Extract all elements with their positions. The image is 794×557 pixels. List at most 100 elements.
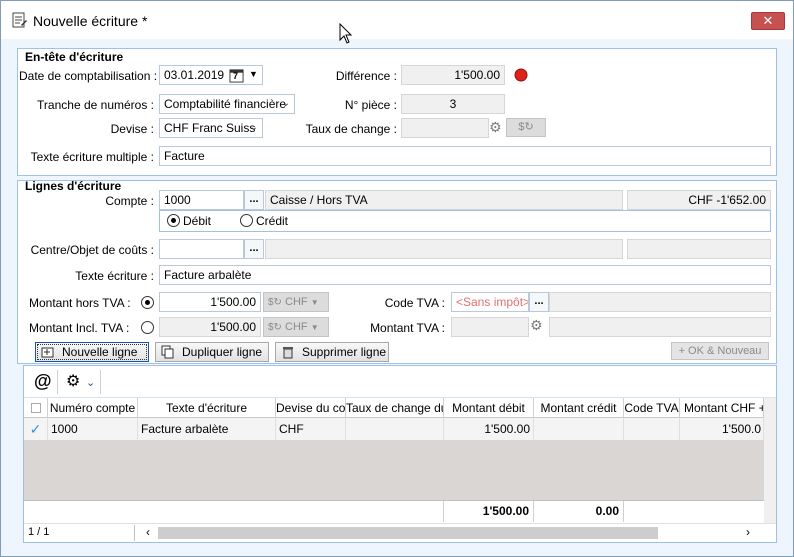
cost-center-extra-field — [627, 239, 771, 259]
doc-number-label: N° pièce : — [344, 98, 397, 112]
column-header[interactable]: Numéro compte — [48, 398, 138, 418]
range-select[interactable]: Comptabilité financière ⌄ — [159, 94, 295, 114]
chevron-down-icon: ⌄ — [249, 122, 258, 133]
totals-spacer — [624, 501, 764, 522]
pager-text: 1 / 1 — [28, 526, 50, 538]
debit-radio[interactable] — [167, 214, 180, 227]
cell-rate — [346, 418, 444, 440]
cost-center-field[interactable] — [159, 239, 244, 259]
window-title: Nouvelle écriture * — [33, 13, 148, 29]
amount-excl-radio[interactable] — [141, 296, 154, 309]
line-text-label: Texte écriture : — [75, 269, 154, 283]
exchange-rate-icon[interactable]: $↻ — [506, 118, 546, 137]
exchange-rate-icon: $↻ — [268, 322, 282, 333]
cost-center-label: Centre/Objet de coûts : — [30, 243, 154, 257]
grid-totals-row: 1'500.00 0.00 — [24, 500, 764, 522]
chevron-down-icon: ▼ — [310, 298, 319, 307]
column-header[interactable]: Taux de change du — [346, 398, 444, 418]
gear-icon[interactable]: ⚙ — [489, 119, 502, 136]
currency-select[interactable]: CHF Franc Suiss ⌄ — [159, 118, 263, 138]
mouse-cursor-icon — [339, 23, 353, 44]
amount-incl-radio[interactable] — [141, 321, 154, 334]
vat-code-label: Code TVA : — [384, 296, 445, 310]
date-field[interactable]: 03.01.2019 — [159, 65, 263, 85]
close-button[interactable]: ✕ — [751, 12, 785, 30]
total-debit: 1'500.00 — [444, 501, 534, 522]
divider — [57, 370, 58, 394]
new-line-button[interactable]: Nouvelle ligne — [35, 342, 149, 362]
range-label: Tranche de numéros : — [37, 98, 154, 112]
at-icon[interactable]: @ — [34, 371, 52, 392]
gear-icon[interactable]: ⚙ — [66, 371, 80, 391]
ok-new-button[interactable]: + OK & Nouveau — [671, 342, 769, 360]
total-credit: 0.00 — [534, 501, 624, 522]
grid-toolbar: @ ⚙ ⌄ — [24, 366, 776, 398]
doc-number-field[interactable]: 3 — [401, 94, 505, 114]
column-header[interactable]: Montant crédit — [534, 398, 624, 418]
table-row[interactable]: ✓ 1000 Facture arbalète CHF 1'500.00 1'5… — [24, 418, 776, 440]
totals-spacer — [24, 501, 444, 522]
column-header[interactable]: Code TVA — [624, 398, 680, 418]
exchange-rate-icon: $↻ — [268, 297, 282, 308]
cell-currency: CHF — [276, 418, 346, 440]
chevron-down-icon: ▼ — [310, 323, 319, 332]
status-red-icon — [514, 68, 528, 82]
calendar-day: 7 — [233, 71, 239, 81]
divider — [134, 525, 135, 541]
trash-icon — [283, 347, 293, 359]
header-select-all[interactable] — [24, 398, 48, 418]
credit-label: Crédit — [256, 214, 289, 228]
cell-account: 1000 — [48, 418, 138, 440]
rate-label: Taux de change : — [305, 122, 397, 136]
amount-incl-field: 1'500.00 — [159, 317, 261, 337]
vat-code-lookup-button[interactable]: ... — [529, 292, 549, 312]
multi-text-field[interactable]: Facture — [159, 146, 771, 166]
line-text-field[interactable]: Facture arbalète — [159, 265, 771, 285]
duplicate-line-button[interactable]: Dupliquer ligne — [155, 342, 269, 362]
delete-line-button[interactable]: Supprimer ligne — [275, 342, 389, 362]
column-header[interactable]: Texte d'écriture — [138, 398, 276, 418]
account-lookup-button[interactable]: ... — [244, 190, 264, 210]
horizontal-scrollbar-thumb[interactable] — [158, 527, 658, 539]
gear-icon[interactable]: ⚙ — [530, 317, 543, 334]
chevron-down-icon[interactable]: ⌄ — [86, 376, 95, 389]
account-name-field: Caisse / Hors TVA — [265, 190, 623, 210]
cell-chf: 1'500.0 — [680, 418, 764, 440]
multi-text-label: Texte écriture multiple : — [30, 150, 154, 164]
amount-excl-field[interactable]: 1'500.00 — [159, 292, 261, 312]
cell-vat — [624, 418, 680, 440]
lines-group-title: Lignes d'écriture — [25, 179, 122, 193]
new-line-icon — [41, 347, 54, 358]
difference-field: 1'500.00 — [401, 65, 505, 85]
grid-header: Numéro compte Texte d'écriture Devise du… — [24, 398, 776, 418]
scroll-left-icon[interactable]: ‹ — [146, 525, 150, 539]
title-bar: Nouvelle écriture * ✕ — [1, 1, 793, 44]
account-balance-field: CHF -1'652.00 — [627, 190, 771, 210]
grid-bottom-bar: 1 / 1 ‹ › — [24, 523, 776, 542]
vertical-scrollbar[interactable] — [764, 398, 776, 523]
account-field[interactable]: 1000 — [159, 190, 244, 210]
cost-center-name-field — [265, 239, 623, 259]
column-header[interactable]: Devise du cor — [276, 398, 346, 418]
column-header[interactable]: Montant débit — [444, 398, 534, 418]
account-label: Compte : — [105, 194, 154, 208]
grid-empty-area — [24, 440, 776, 500]
lines-grid: @ ⚙ ⌄ Numéro compte Texte d'écriture Dev… — [23, 365, 777, 543]
cost-center-lookup-button[interactable]: ... — [244, 239, 264, 259]
debit-label: Débit — [183, 214, 212, 228]
amount-excl-currency[interactable]: $↻ CHF ▼ — [263, 292, 329, 312]
amount-incl-currency[interactable]: $↻ CHF ▼ — [263, 317, 329, 337]
duplicate-icon — [161, 345, 174, 359]
vat-amount-extra-field — [549, 317, 771, 337]
chevron-down-icon[interactable]: ▼ — [249, 69, 258, 79]
vat-code-field[interactable]: <Sans impôt> — [451, 292, 529, 312]
scroll-right-icon[interactable]: › — [746, 525, 750, 539]
dialog-window: Nouvelle écriture * ✕ En-tête d'écriture… — [0, 0, 794, 557]
currency-label: Devise : — [110, 122, 154, 136]
date-label: Date de comptabilisation : — [19, 69, 158, 83]
vat-code-name-field — [549, 292, 771, 312]
column-header[interactable]: Montant CHF +/- — [680, 398, 764, 418]
cell-credit — [534, 418, 624, 440]
rate-field — [401, 118, 489, 138]
credit-radio[interactable] — [240, 214, 253, 227]
